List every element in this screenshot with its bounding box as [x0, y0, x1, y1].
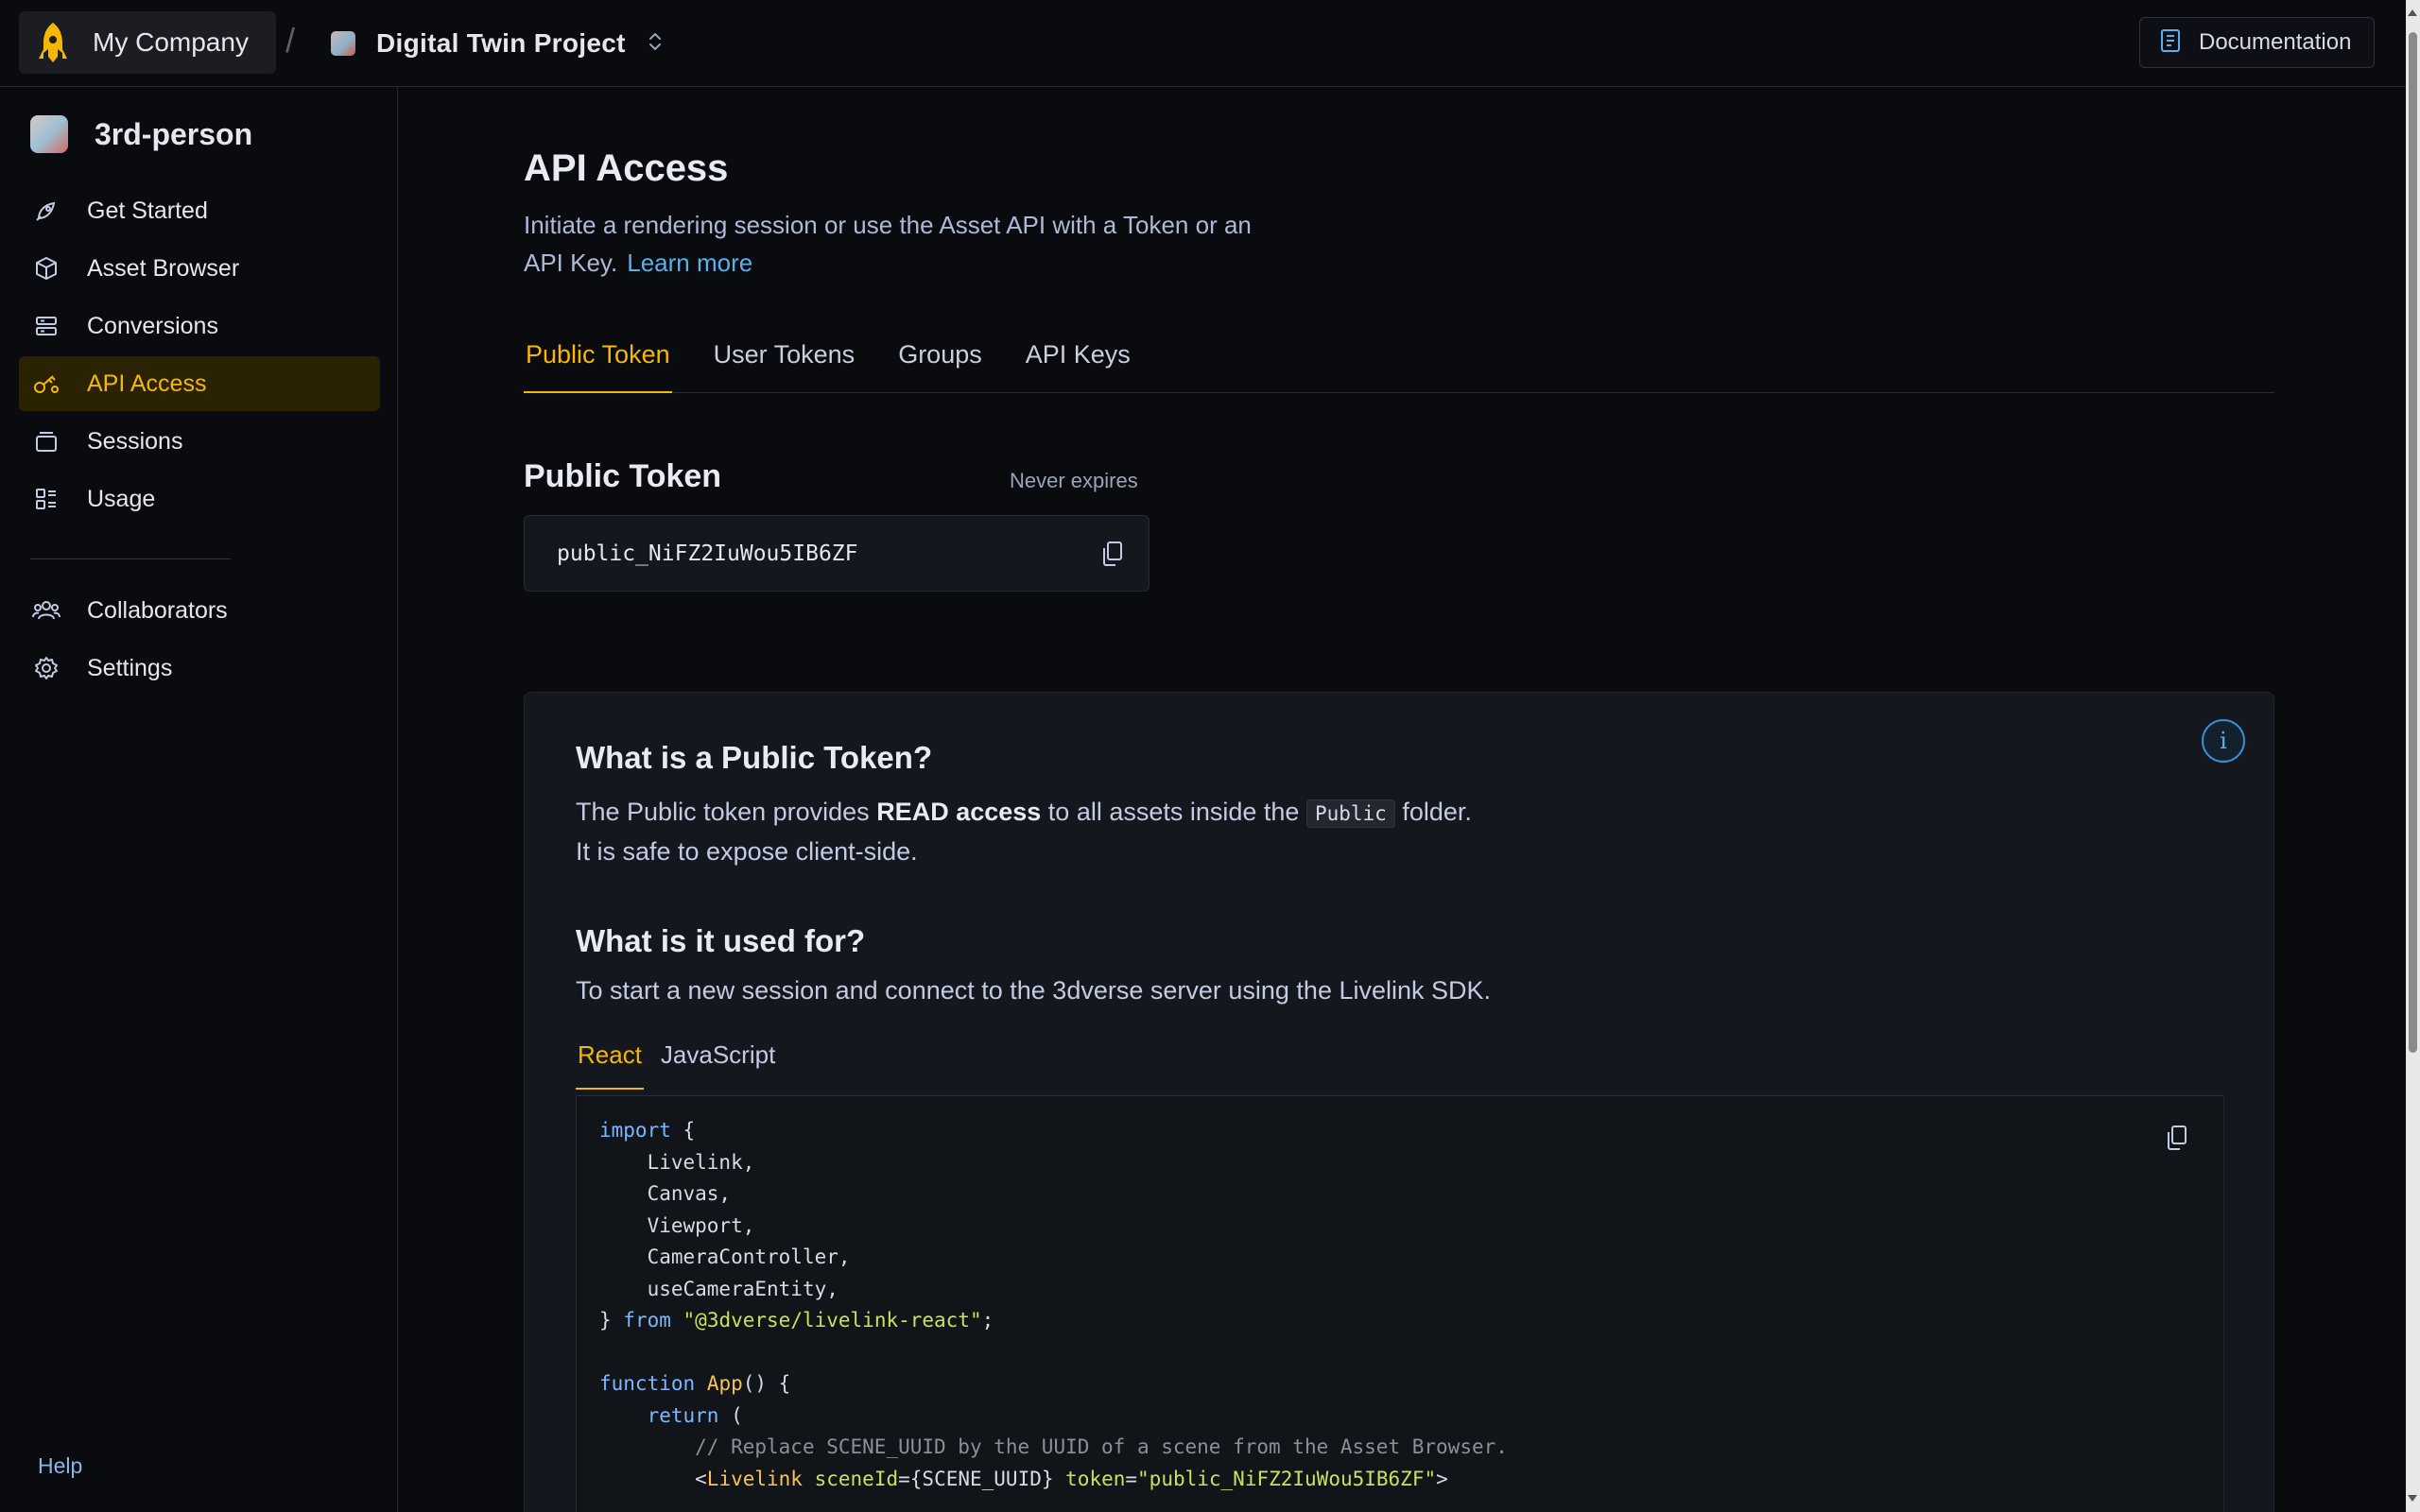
page-title: API Access — [524, 147, 729, 189]
help-link[interactable]: Help — [38, 1453, 82, 1479]
code-snippet[interactable]: import { Livelink, Canvas, Viewport, Cam… — [576, 1095, 2224, 1512]
code-keyword: from — [623, 1309, 671, 1332]
answer-text: folder. — [1394, 798, 1472, 826]
workspace-header[interactable]: 3rd-person — [30, 115, 252, 153]
main-content: API Access Initiate a rendering session … — [399, 87, 2406, 1512]
workspace-thumbnail — [30, 115, 68, 153]
code-text: Viewport, — [647, 1213, 755, 1237]
info-answer-2: To start a new session and connect to th… — [576, 976, 1492, 1005]
gear-icon — [32, 654, 60, 682]
learn-more-link[interactable]: Learn more — [627, 249, 752, 277]
copy-icon[interactable] — [1099, 540, 1126, 573]
breadcrumb-separator: / — [285, 21, 296, 60]
sidebar-item-label: Get Started — [87, 197, 208, 224]
folder-name-code: Public — [1305, 799, 1395, 828]
sidebar-item-conversions[interactable]: Conversions — [19, 299, 380, 353]
sidebar-item-api-access[interactable]: API Access — [19, 356, 380, 411]
chevron-up-down-icon — [647, 30, 664, 58]
code-keyword: import — [599, 1119, 671, 1142]
sidebar-item-asset-browser[interactable]: Asset Browser — [19, 241, 380, 296]
code-string: "public_NiFZ2IuWou5IB6ZF" — [1137, 1467, 1437, 1490]
sidebar-item-settings[interactable]: Settings — [19, 641, 380, 696]
token-expiry: Never expires — [1010, 469, 1138, 492]
project-switcher[interactable]: Digital Twin Project — [331, 19, 664, 68]
code-text: useCameraEntity, — [647, 1277, 838, 1300]
usage-icon — [32, 485, 60, 513]
key-icon — [32, 369, 60, 398]
code-text: { — [670, 1119, 696, 1142]
info-question-2: What is it used for? — [576, 923, 866, 958]
tab-public-token[interactable]: Public Token — [524, 335, 672, 393]
tab-groups[interactable]: Groups — [896, 335, 984, 393]
users-icon — [32, 596, 60, 625]
project-name: Digital Twin Project — [376, 28, 626, 58]
answer-emphasis: READ access — [876, 798, 1042, 826]
code-attr: sceneId — [814, 1467, 899, 1490]
scroll-down-arrow-icon[interactable] — [2408, 1495, 2417, 1502]
answer-text: to all assets inside the — [1041, 798, 1306, 826]
sidebar-nav: Get Started Asset Browser Conversions AP… — [19, 183, 380, 529]
code-text: CameraController, — [647, 1246, 851, 1268]
sidebar-item-sessions[interactable]: Sessions — [19, 414, 380, 469]
tab-api-keys[interactable]: API Keys — [1024, 335, 1132, 393]
rocket-icon — [32, 197, 60, 225]
sidebar-item-label: Sessions — [87, 427, 183, 455]
public-token-value[interactable]: public_NiFZ2IuWou5IB6ZF — [557, 541, 858, 566]
sidebar-item-usage[interactable]: Usage — [19, 472, 380, 526]
tab-user-tokens[interactable]: User Tokens — [712, 335, 857, 393]
code-keyword: function — [599, 1372, 696, 1395]
code-text: Canvas, — [647, 1182, 732, 1205]
sidebar-item-get-started[interactable]: Get Started — [19, 183, 380, 238]
api-access-tabs: Public Token User Tokens Groups API Keys — [524, 335, 2274, 393]
code-attr: token — [1065, 1467, 1126, 1490]
project-thumbnail — [331, 31, 355, 56]
tab-react[interactable]: React — [576, 1040, 644, 1090]
tab-javascript[interactable]: JavaScript — [659, 1040, 777, 1090]
sessions-icon — [32, 427, 60, 455]
code-comment: // Replace SCENE_UUID by the UUID of a s… — [695, 1435, 1508, 1458]
public-token-field[interactable]: public_NiFZ2IuWou5IB6ZF — [524, 515, 1150, 592]
sidebar: 3rd-person Get Started Asset Browser Con… — [0, 87, 398, 1512]
answer-text: The Public token provides — [576, 798, 877, 826]
code-tag: Livelink — [706, 1467, 803, 1490]
cube-icon — [32, 254, 60, 283]
sidebar-item-label: Collaborators — [87, 596, 228, 624]
company-switcher[interactable]: My Company — [19, 11, 276, 74]
code-text: {SCENE_UUID} — [909, 1467, 1054, 1490]
sidebar-item-label: Usage — [87, 485, 156, 512]
scrollbar-thumb[interactable] — [2409, 32, 2417, 1053]
sidebar-item-label: API Access — [87, 369, 207, 397]
info-card: i What is a Public Token? The Public tok… — [524, 692, 2274, 1512]
info-answer-1: The Public token provides READ access to… — [576, 793, 1472, 870]
info-question-1: What is a Public Token? — [576, 740, 933, 775]
code-string: "@3dverse/livelink-react" — [683, 1309, 982, 1332]
sidebar-divider — [30, 558, 231, 559]
answer-text: It is safe to expose client-side. — [576, 837, 918, 866]
conversion-icon — [32, 312, 60, 340]
sidebar-item-label: Conversions — [87, 312, 218, 339]
copy-code-icon[interactable] — [2164, 1124, 2190, 1157]
documentation-label: Documentation — [2199, 29, 2352, 55]
company-name: My Company — [93, 27, 249, 57]
page-description: Initiate a rendering session or use the … — [524, 206, 1270, 282]
sidebar-nav-secondary: Collaborators Settings — [19, 583, 380, 698]
company-logo-icon — [34, 20, 72, 65]
book-icon — [2159, 28, 2182, 58]
code-function: App — [706, 1372, 743, 1395]
code-language-tabs: React JavaScript — [576, 1040, 792, 1090]
public-token-heading: Public Token — [524, 458, 722, 494]
code-keyword: return — [647, 1403, 719, 1427]
documentation-button[interactable]: Documentation — [2139, 17, 2375, 68]
page-scrollbar[interactable] — [2406, 0, 2420, 1512]
sidebar-item-label: Asset Browser — [87, 254, 240, 282]
sidebar-item-collaborators[interactable]: Collaborators — [19, 583, 380, 638]
top-bar: My Company / Digital Twin Project Docume… — [0, 0, 2406, 87]
workspace-name: 3rd-person — [95, 116, 253, 151]
scroll-up-arrow-icon[interactable] — [2408, 9, 2417, 16]
sidebar-item-label: Settings — [87, 654, 173, 681]
code-text: Livelink, — [647, 1150, 755, 1174]
info-icon: i — [2202, 719, 2245, 763]
